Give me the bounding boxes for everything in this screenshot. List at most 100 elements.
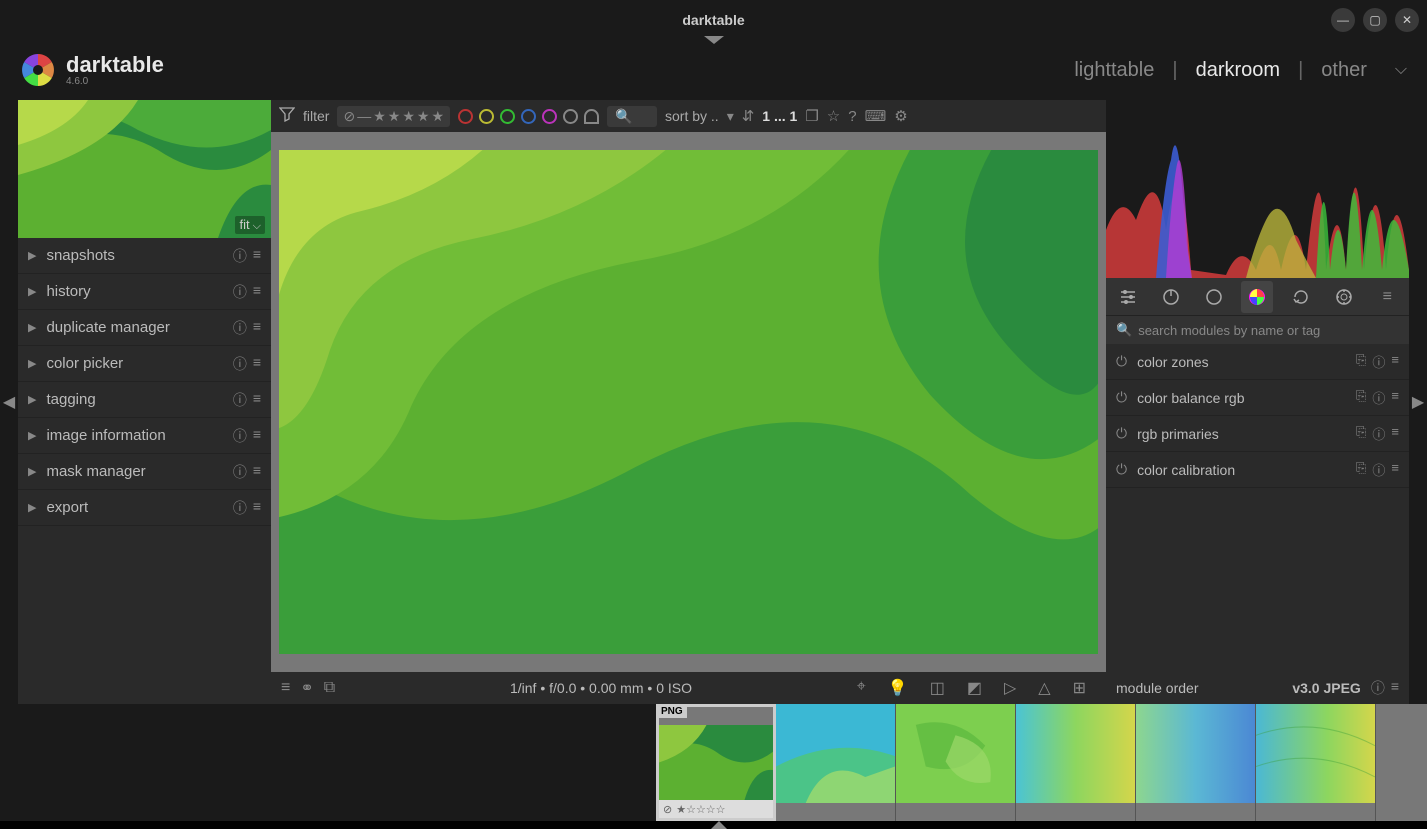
color-filter-0[interactable] [458, 109, 473, 124]
sort-dropdown-chevron-icon[interactable]: ▾ [727, 108, 734, 125]
guides-overlay-icon[interactable]: ⊞ [1073, 678, 1086, 698]
iso-12646-icon[interactable]: 💡 [888, 678, 908, 698]
preferences-gear-icon[interactable]: ⚙ [894, 107, 907, 125]
presets-icon[interactable]: ≡ [1391, 678, 1399, 698]
help-icon[interactable]: ? [848, 108, 856, 125]
clipping-icon[interactable]: ◩ [967, 678, 982, 698]
reset-icon[interactable]: ⓘ [233, 426, 247, 446]
filmstrip-thumb-6[interactable] [1256, 704, 1376, 821]
reset-icon[interactable]: ⓘ [1371, 678, 1385, 698]
power-icon[interactable]: ⏻ [1116, 389, 1127, 406]
histogram[interactable] [1106, 100, 1409, 278]
multi-instance-icon[interactable]: ⎘ [1356, 388, 1366, 407]
nav-lighttable[interactable]: lighttable [1074, 59, 1154, 82]
filter-presets-icon[interactable] [279, 106, 295, 126]
reject-icon[interactable]: ⊘ [663, 803, 672, 816]
color-filter-5[interactable] [563, 109, 578, 124]
app-logo[interactable]: darktable 4.6.0 [20, 52, 164, 88]
reset-icon[interactable]: ⓘ [233, 354, 247, 374]
rating-filter[interactable]: ⊘—★★★★★ [337, 106, 450, 127]
left-panel-mask-manager[interactable]: ▶mask managerⓘ≡ [18, 454, 271, 490]
sort-dropdown[interactable]: sort by .. [665, 108, 719, 124]
left-panel-collapse-handle[interactable]: ◀ [0, 100, 18, 704]
image-canvas[interactable] [271, 132, 1106, 672]
filmstrip-thumb-5[interactable] [1136, 704, 1256, 821]
tab-active-modules[interactable] [1155, 281, 1187, 313]
presets-icon[interactable]: ≡ [1391, 424, 1399, 443]
left-panel-tagging[interactable]: ▶taggingⓘ≡ [18, 382, 271, 418]
left-panel-color-picker[interactable]: ▶color pickerⓘ≡ [18, 346, 271, 382]
reset-icon[interactable]: ⓘ [1372, 424, 1385, 443]
navigation-preview[interactable]: fit [18, 100, 271, 238]
keyboard-shortcuts-icon[interactable]: ⌨ [865, 107, 887, 125]
presets-icon[interactable]: ≡ [253, 426, 261, 446]
presets-icon[interactable]: ≡ [1391, 460, 1399, 479]
module-color-zones[interactable]: ⏻color zones⎘ⓘ≡ [1106, 344, 1409, 380]
reset-icon[interactable]: ⓘ [233, 462, 247, 482]
left-panel-history[interactable]: ▶historyⓘ≡ [18, 274, 271, 310]
expand-top-panel-handle[interactable] [704, 36, 724, 44]
sort-direction-icon[interactable]: ⇵ [742, 107, 755, 125]
filmstrip-thumb-1[interactable]: ⊘ ★☆☆☆☆ [656, 704, 776, 821]
presets-icon[interactable]: ≡ [1391, 352, 1399, 371]
tab-color[interactable] [1241, 281, 1273, 313]
power-icon[interactable]: ⏻ [1116, 425, 1127, 442]
reset-icon[interactable]: ⓘ [233, 498, 247, 518]
module-search[interactable]: 🔍 search modules by name or tag [1106, 316, 1409, 344]
right-panel-collapse-handle[interactable]: ▶ [1409, 100, 1427, 704]
reset-icon[interactable]: ⓘ [233, 282, 247, 302]
reset-icon[interactable]: ⓘ [1372, 352, 1385, 371]
filmstrip-thumb-4[interactable] [1016, 704, 1136, 821]
focus-peaking-icon[interactable]: ⌖ [857, 678, 866, 698]
filmstrip-thumb-2[interactable] [776, 704, 896, 821]
color-filter-6[interactable] [584, 109, 599, 124]
minimize-button[interactable]: — [1331, 8, 1355, 32]
rating-stars[interactable]: ★☆☆☆☆ [676, 803, 725, 816]
tab-base[interactable] [1198, 281, 1230, 313]
presets-icon[interactable]: ≡ [253, 282, 261, 302]
left-panel-snapshots[interactable]: ▶snapshotsⓘ≡ [18, 238, 271, 274]
filmstrip[interactable]: ⊘ ★☆☆☆☆ [0, 704, 1427, 821]
tab-quick-access[interactable] [1112, 281, 1144, 313]
color-filter-3[interactable] [521, 109, 536, 124]
module-order-row[interactable]: module order v3.0 JPEG ⓘ≡ [1106, 672, 1409, 704]
filmstrip-thumb-3[interactable] [896, 704, 1016, 821]
presets-icon[interactable]: ≡ [253, 462, 261, 482]
tab-correct[interactable] [1285, 281, 1317, 313]
gamut-check-icon[interactable]: △ [1038, 678, 1050, 698]
color-filter-4[interactable] [542, 109, 557, 124]
tab-effect[interactable] [1328, 281, 1360, 313]
presets-icon[interactable]: ≡ [1391, 388, 1399, 407]
zoom-fit-dropdown[interactable]: fit [235, 216, 265, 234]
raw-overexposed-icon[interactable]: ◫ [930, 678, 945, 698]
maximize-button[interactable]: ▢ [1363, 8, 1387, 32]
reset-icon[interactable]: ⓘ [1372, 460, 1385, 479]
nav-darkroom[interactable]: darkroom [1196, 59, 1280, 82]
softproof-icon[interactable]: ▷ [1004, 678, 1016, 698]
styles-icon[interactable]: ⚭ [300, 678, 313, 698]
nav-dropdown-icon[interactable]: ⌵ [1395, 61, 1407, 79]
module-color-calibration[interactable]: ⏻color calibration⎘ⓘ≡ [1106, 452, 1409, 488]
search-input[interactable]: 🔍 [607, 106, 657, 127]
power-icon[interactable]: ⏻ [1116, 461, 1127, 478]
nav-other[interactable]: other [1321, 59, 1367, 82]
reset-icon[interactable]: ⓘ [233, 390, 247, 410]
left-panel-export[interactable]: ▶exportⓘ≡ [18, 490, 271, 526]
presets-icon[interactable]: ≡ [253, 318, 261, 338]
presets-icon[interactable]: ≡ [253, 246, 261, 266]
multi-instance-icon[interactable]: ⎘ [1356, 460, 1366, 479]
presets-icon[interactable]: ≡ [253, 354, 261, 374]
reset-icon[interactable]: ⓘ [233, 318, 247, 338]
collapse-grouped-icon[interactable]: ❐ [805, 107, 818, 125]
second-window-icon[interactable]: ⧉ [324, 679, 335, 697]
left-panel-duplicate-manager[interactable]: ▶duplicate managerⓘ≡ [18, 310, 271, 346]
presets-icon[interactable]: ≡ [253, 498, 261, 518]
reset-icon[interactable]: ⓘ [1372, 388, 1385, 407]
multi-instance-icon[interactable]: ⎘ [1356, 352, 1366, 371]
color-filter-2[interactable] [500, 109, 515, 124]
reset-icon[interactable]: ⓘ [233, 246, 247, 266]
power-icon[interactable]: ⏻ [1116, 353, 1127, 370]
module-rgb-primaries[interactable]: ⏻rgb primaries⎘ⓘ≡ [1106, 416, 1409, 452]
module-color-balance-rgb[interactable]: ⏻color balance rgb⎘ⓘ≡ [1106, 380, 1409, 416]
overlay-star-icon[interactable]: ☆ [827, 107, 840, 125]
